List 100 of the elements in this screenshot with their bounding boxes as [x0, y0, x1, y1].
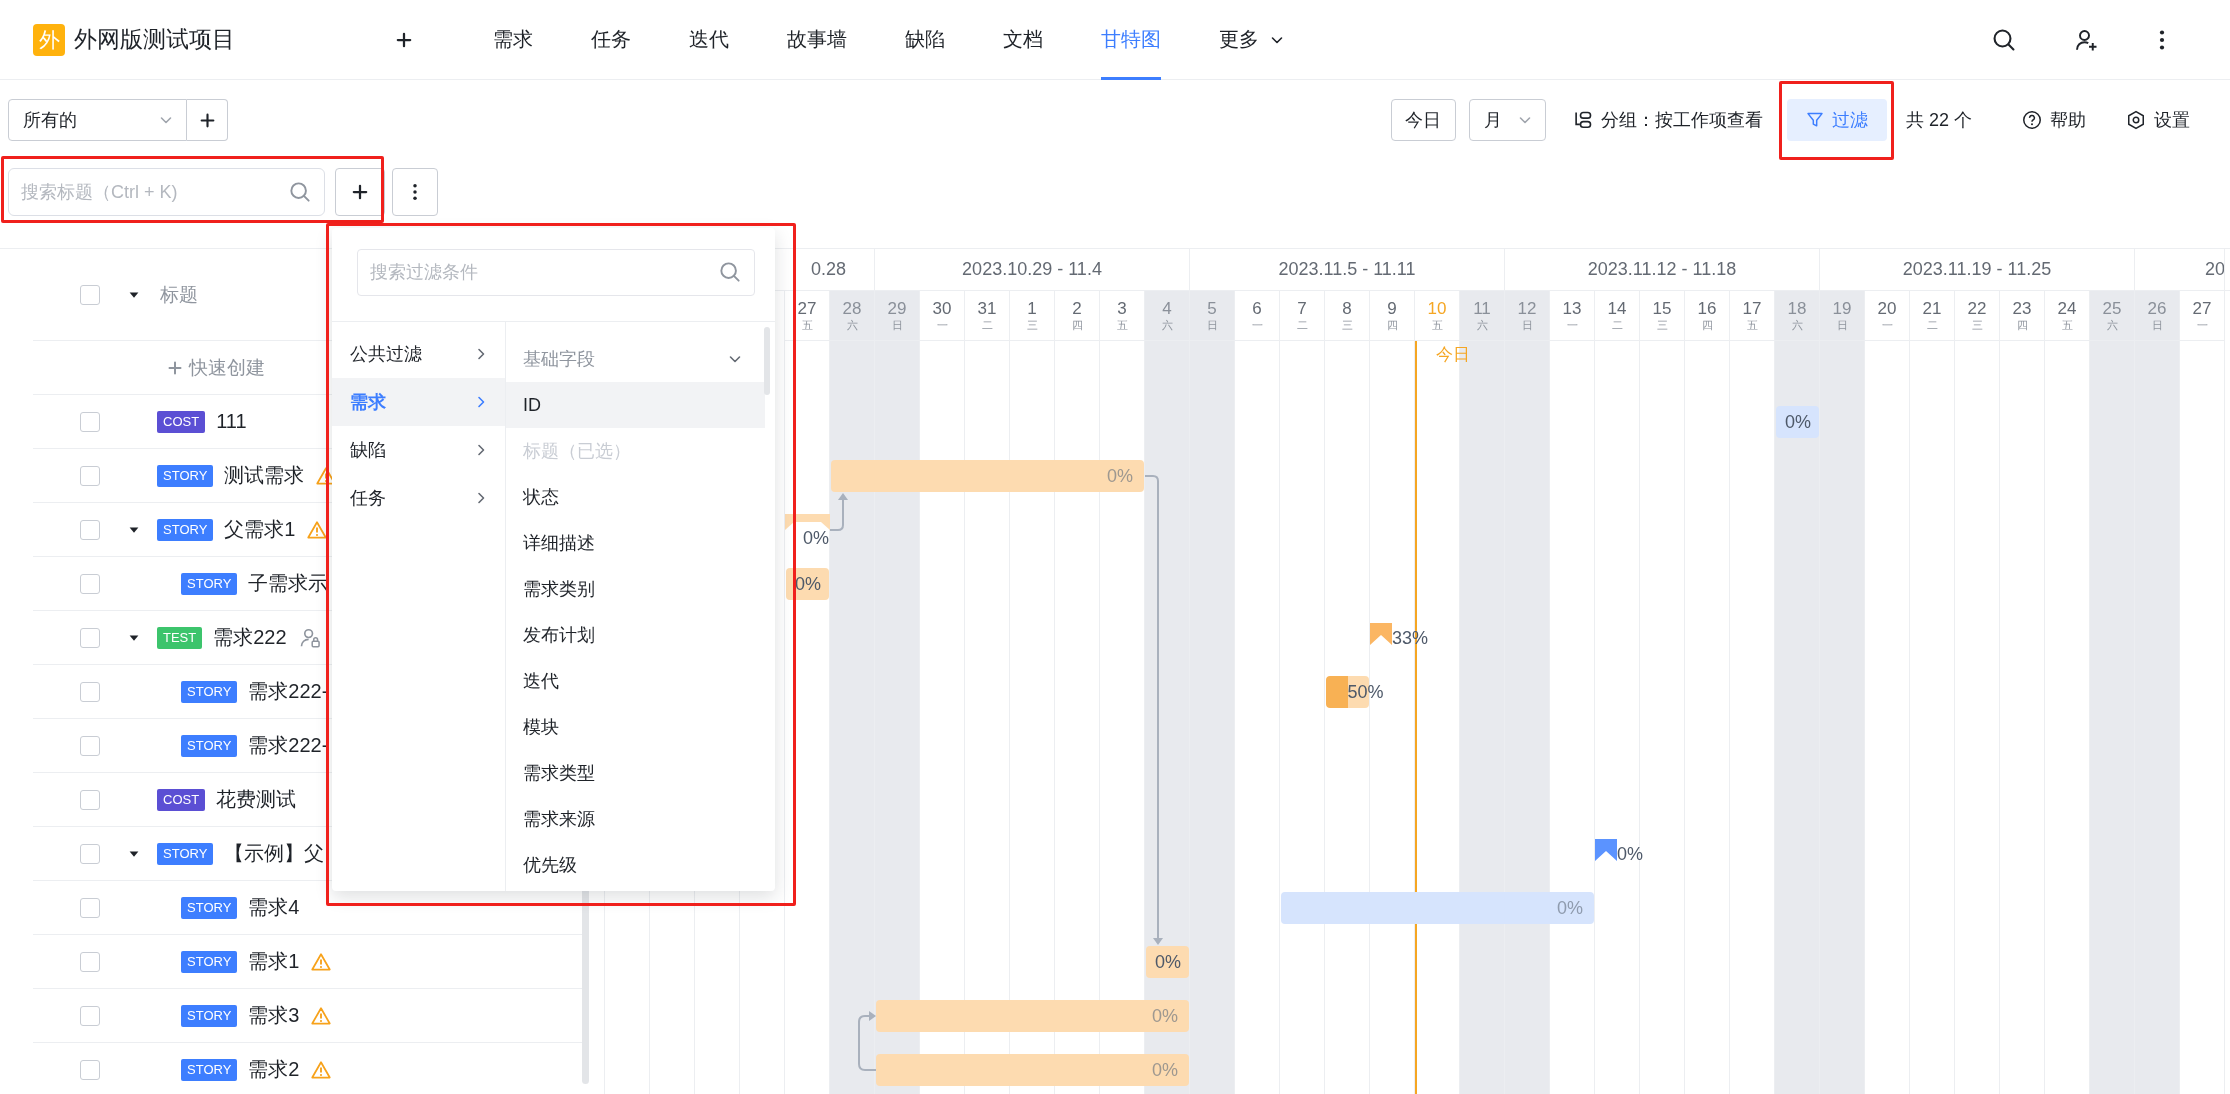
day-label: 27	[2192, 299, 2212, 319]
weekday-label: 六	[1161, 319, 1173, 332]
type-tag: STORY	[181, 1058, 238, 1081]
nav-tab[interactable]: 甘特图	[1101, 0, 1161, 80]
filter-field-option[interactable]: 状态	[506, 474, 765, 520]
weekday-label: 日	[1206, 319, 1218, 332]
checkbox[interactable]	[80, 1059, 100, 1080]
checkbox[interactable]	[80, 1005, 100, 1026]
filter-field-option[interactable]: 详细描述	[506, 520, 765, 566]
weekday-label: 六	[2106, 319, 2118, 332]
item-title[interactable]: 父需求1	[224, 516, 296, 543]
day-label: 5	[1207, 299, 1217, 319]
today-button[interactable]: 今日	[1390, 99, 1456, 141]
nav-tab[interactable]: 更多	[1219, 0, 1285, 80]
checkbox[interactable]	[80, 735, 100, 756]
filter-field-option[interactable]: 需求来源	[506, 796, 765, 842]
day-label: 7	[1297, 299, 1307, 319]
nav-tab[interactable]: 缺陷	[905, 0, 945, 80]
group-by-button[interactable]: 分组：按工作项查看	[1572, 108, 1763, 132]
progress-label: 0%	[803, 527, 829, 549]
nav-tab[interactable]: 文档	[1003, 0, 1043, 80]
weekday-label: 日	[1836, 319, 1848, 332]
day-label: 13	[1562, 299, 1582, 319]
filter-category[interactable]: 缺陷	[332, 426, 505, 474]
item-title[interactable]: 需求2	[248, 1056, 300, 1083]
day-label: 15	[1652, 299, 1672, 319]
item-title[interactable]: 测试需求	[224, 462, 305, 489]
weekday-label: 五	[1116, 319, 1128, 332]
filter-field-option[interactable]: ID	[506, 382, 765, 428]
search-field[interactable]: 搜索标题（Ctrl + K)	[8, 168, 325, 216]
item-title[interactable]: 需求1	[248, 948, 300, 975]
weekday-label: 一	[1251, 319, 1263, 332]
checkbox[interactable]	[80, 573, 100, 594]
day-label: 8	[1342, 299, 1352, 319]
filter-field-option[interactable]: 需求类型	[506, 750, 765, 796]
checkbox[interactable]	[80, 627, 100, 648]
checkbox[interactable]	[80, 789, 100, 810]
add-button[interactable]	[395, 30, 413, 49]
add-view-button[interactable]	[187, 99, 228, 141]
checkbox[interactable]	[80, 681, 100, 702]
day-label: 1	[1027, 299, 1037, 319]
filter-field-option[interactable]: 迭代	[506, 658, 765, 704]
day-label: 27	[797, 299, 817, 319]
item-title[interactable]: 111	[216, 410, 247, 433]
weekday-label: 三	[1026, 319, 1038, 332]
checkbox[interactable]	[80, 519, 100, 540]
day-label: 2	[1072, 299, 1082, 319]
item-title[interactable]: 需求222-	[248, 732, 329, 759]
filter-field-option[interactable]: 模块	[506, 704, 765, 750]
gantt-bar[interactable]	[1146, 946, 1189, 978]
flag-marker[interactable]	[1370, 623, 1392, 645]
filter-search-field[interactable]: 搜索过滤条件	[357, 249, 755, 296]
nav-tab[interactable]: 需求	[493, 0, 533, 80]
weekday-label: 一	[1566, 319, 1578, 332]
type-tag: STORY	[157, 518, 214, 541]
weekday-label: 四	[1071, 319, 1083, 332]
nav-tab[interactable]: 故事墙	[787, 0, 847, 80]
nav-tab[interactable]: 迭代	[689, 0, 729, 80]
progress-label: 0%	[1557, 897, 1583, 919]
add-member-button[interactable]	[2074, 27, 2098, 52]
item-title[interactable]: 需求222	[213, 624, 287, 651]
checkbox[interactable]	[80, 465, 100, 486]
item-title[interactable]: 【示例】父	[224, 840, 325, 867]
checkbox[interactable]	[80, 843, 100, 864]
day-label: 11	[1473, 299, 1491, 319]
day-label: 17	[1742, 299, 1762, 319]
filter-field-option[interactable]: 需求类别	[506, 566, 765, 612]
flag-marker[interactable]	[1595, 839, 1617, 861]
progress-label: 0%	[1107, 465, 1133, 487]
day-label: 12	[1517, 299, 1537, 319]
weekday-label: 五	[1746, 319, 1758, 332]
day-label: 22	[1967, 299, 1987, 319]
scrollbar[interactable]	[764, 327, 770, 395]
item-title[interactable]: 需求4	[248, 894, 300, 921]
add-item-button[interactable]	[335, 168, 385, 216]
view-select[interactable]: 所有的	[8, 99, 187, 141]
scale-select[interactable]: 月	[1468, 99, 1546, 141]
weekday-label: 六	[1476, 319, 1488, 332]
week-label: 2023.10.29 - 11.4	[962, 259, 1102, 279]
checkbox[interactable]	[80, 897, 100, 918]
item-title[interactable]: 子需求示	[248, 570, 329, 597]
nav-tab[interactable]: 任务	[591, 0, 631, 80]
progress-label: 0%	[1152, 1005, 1178, 1027]
filter-category[interactable]: 任务	[332, 474, 505, 522]
item-title[interactable]: 需求3	[248, 1002, 300, 1029]
weekday-label: 三	[1656, 319, 1668, 332]
filter-field-option[interactable]: 优先级	[506, 842, 765, 888]
summary-bar[interactable]	[785, 514, 830, 532]
search-button[interactable]	[1992, 27, 2016, 52]
item-title[interactable]: 花费测试	[216, 786, 297, 813]
checkbox[interactable]	[80, 411, 100, 432]
more-actions-button[interactable]	[392, 168, 438, 216]
checkbox[interactable]	[80, 951, 100, 972]
item-title[interactable]: 需求222-	[248, 678, 329, 705]
settings-button[interactable]: 设置	[2126, 108, 2190, 132]
checkbox[interactable]	[80, 284, 100, 305]
filter-field-option[interactable]: 发布计划	[506, 612, 765, 658]
filter-category[interactable]: 公共过滤	[332, 330, 505, 378]
help-button[interactable]: 帮助	[2022, 108, 2086, 132]
gantt-bar[interactable]	[786, 568, 829, 600]
